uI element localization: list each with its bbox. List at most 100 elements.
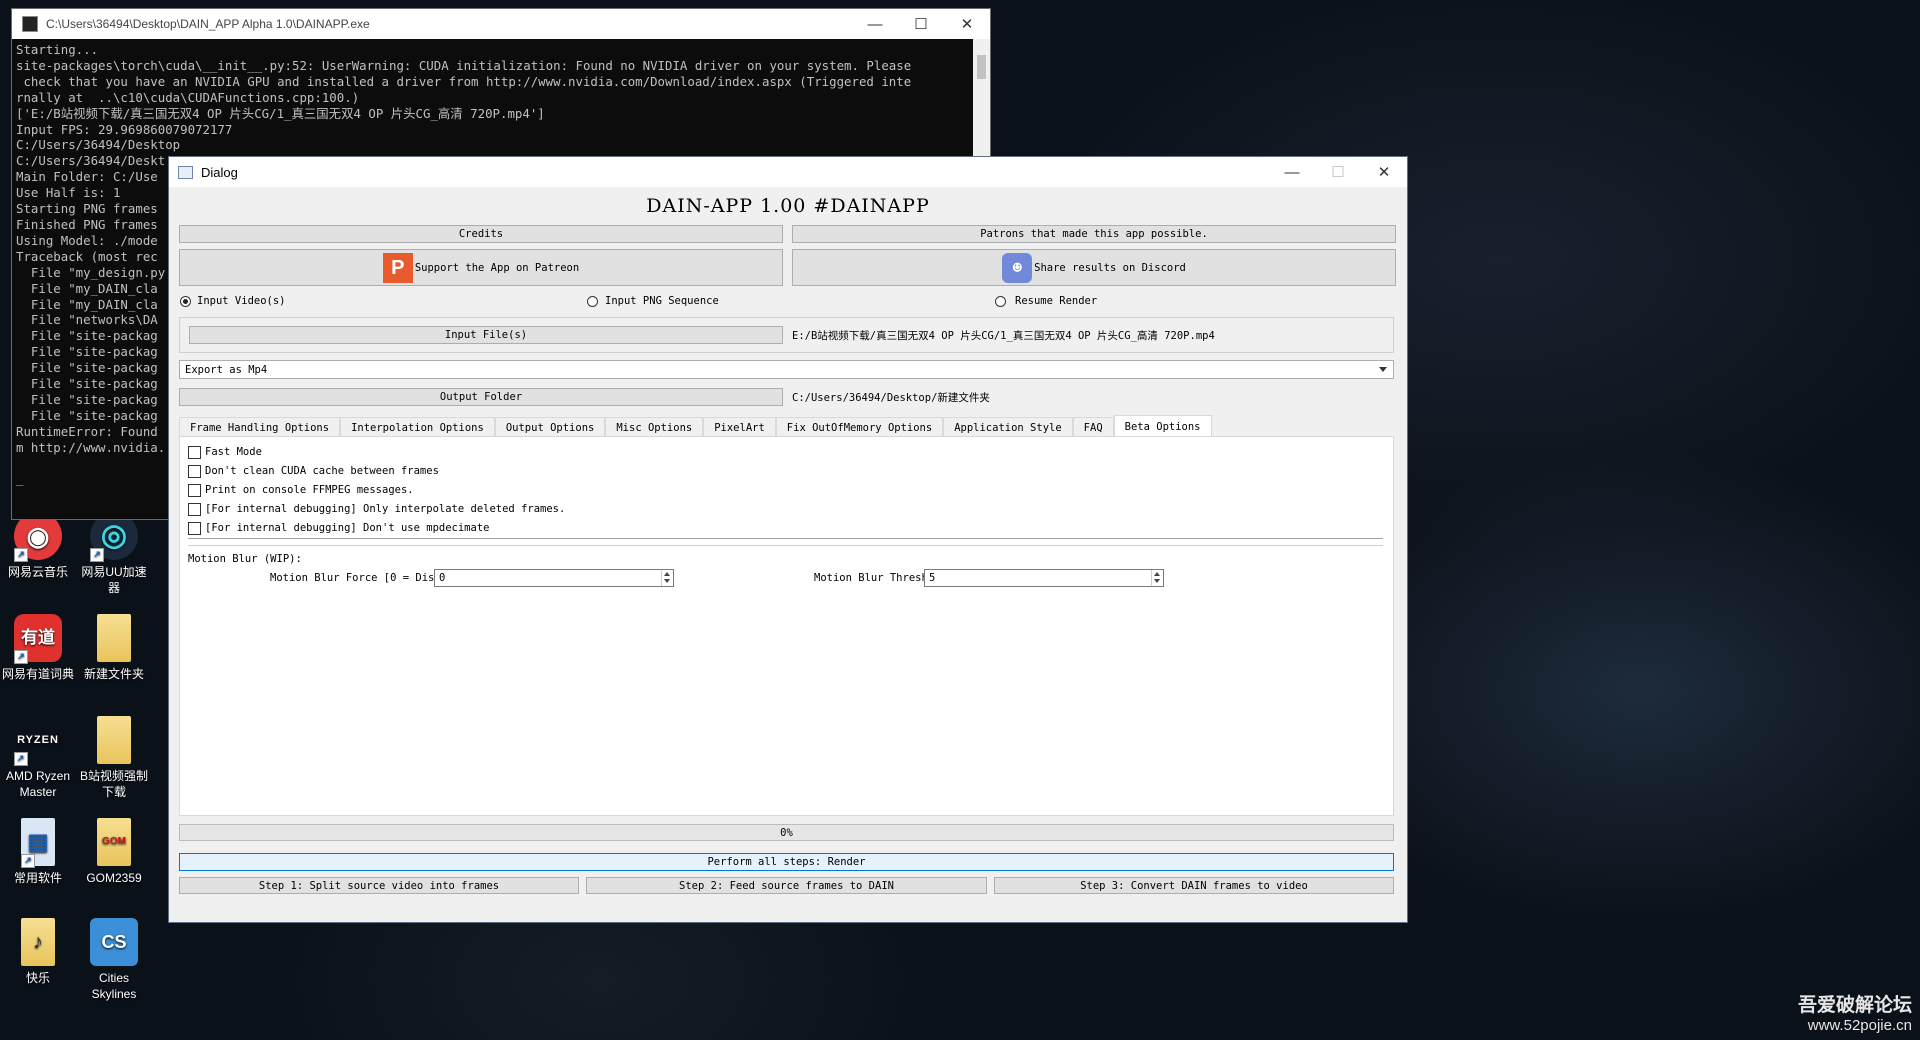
desktop-icon-label: 网易UU加速器 xyxy=(81,565,147,595)
motion-blur-force-value: 0 xyxy=(439,572,446,584)
desktop-icon-label: 网易云音乐 xyxy=(7,565,68,579)
step3-convert-button[interactable]: Step 3: Convert DAIN frames to video xyxy=(994,877,1394,894)
desktop-icon-label: 网易有道词典 xyxy=(1,667,74,681)
patreon-button[interactable]: P Support the App on Patreon xyxy=(179,249,783,286)
discord-label: Share results on Discord xyxy=(1034,261,1186,274)
desktop-icon-label: Cities Skylines xyxy=(91,971,137,1001)
tab-application-style[interactable]: Application Style xyxy=(943,417,1073,437)
export-format-select[interactable]: Export as Mp4 xyxy=(179,360,1394,379)
tab-pixelart[interactable]: PixelArt xyxy=(703,417,776,437)
discord-button[interactable]: ☻ Share results on Discord xyxy=(792,249,1396,286)
minimize-icon[interactable]: — xyxy=(852,16,898,33)
spin-down-icon[interactable] xyxy=(661,577,673,586)
patrons-button[interactable]: Patrons that made this app possible. xyxy=(792,225,1396,243)
options-tabbar: Frame Handling Options Interpolation Opt… xyxy=(179,415,1212,437)
beta-options-panel: Fast Mode Don't clean CUDA cache between… xyxy=(179,436,1394,816)
discord-icon: ☻ xyxy=(1002,252,1033,283)
watermark: 吾爱破解论坛 www.52pojie.cn xyxy=(1798,990,1912,1034)
perform-all-steps-button[interactable]: Perform all steps: Render xyxy=(179,853,1394,871)
shortcut-arrow-icon: ↗ xyxy=(14,548,28,562)
software-folder-icon: ▤ ↗ xyxy=(21,818,55,868)
gom-icon: GOM xyxy=(97,818,131,866)
desktop-icon-youdao-dict[interactable]: 有道 ↗ 网易有道词典 xyxy=(0,614,76,682)
youdao-dict-icon: 有道 ↗ xyxy=(14,614,62,664)
input-files-button[interactable]: Input File(s) xyxy=(189,326,783,344)
motion-blur-threshold-value: 5 xyxy=(929,572,936,584)
dain-dialog[interactable]: Dialog — ☐ ✕ DAIN-APP 1.00 #DAINAPP Cred… xyxy=(168,156,1408,923)
dialog-titlebar[interactable]: Dialog — ☐ ✕ xyxy=(169,157,1407,187)
progress-text: 0% xyxy=(780,826,793,839)
tab-frame-handling[interactable]: Frame Handling Options xyxy=(179,417,341,437)
separator xyxy=(188,545,1383,546)
console-titlebar[interactable]: C:\Users\36494\Desktop\DAIN_APP Alpha 1.… xyxy=(12,9,990,39)
interpolate-deleted-frames-checkbox[interactable] xyxy=(188,503,201,516)
watermark-line1: 吾爱破解论坛 xyxy=(1797,995,1912,1016)
no-mpdecimate-checkbox[interactable] xyxy=(188,522,201,535)
export-format-value: Export as Mp4 xyxy=(185,363,268,376)
watermark-line2: www.52pojie.cn xyxy=(1807,1017,1912,1034)
desktop-icon-label: 常用软件 xyxy=(13,871,62,885)
desktop-icon-uu-booster[interactable]: ◎ ↗ 网易UU加速器 xyxy=(76,512,152,596)
credits-button[interactable]: Credits xyxy=(179,225,783,243)
desktop-icon-bilibili-download[interactable]: B站视频强制下载 xyxy=(76,716,152,800)
tab-interpolation[interactable]: Interpolation Options xyxy=(340,417,495,437)
ffmpeg-messages-checkbox[interactable] xyxy=(188,484,201,497)
step2-feed-button[interactable]: Step 2: Feed source frames to DAIN xyxy=(586,877,987,894)
tab-fix-outofmemory[interactable]: Fix OutOfMemory Options xyxy=(775,417,944,437)
tab-output[interactable]: Output Options xyxy=(494,417,606,437)
folder-icon: ♪ xyxy=(21,918,55,966)
tab-beta-options[interactable]: Beta Options xyxy=(1113,415,1212,437)
chevron-down-icon xyxy=(1379,367,1387,372)
dialog-title: Dialog xyxy=(201,164,238,180)
desktop-icon-label: B站视频强制下载 xyxy=(79,769,148,799)
desktop-icon-new-folder[interactable]: 新建文件夹 xyxy=(76,614,152,682)
scrollbar-thumb[interactable] xyxy=(977,55,986,79)
minimize-icon[interactable]: — xyxy=(1269,164,1315,181)
desktop-icon-label: 新建文件夹 xyxy=(83,667,144,681)
desktop-icon-label: GOM2359 xyxy=(86,871,142,885)
fast-mode-checkbox[interactable] xyxy=(188,446,201,459)
cities-skylines-icon: CS xyxy=(90,918,138,966)
input-files-path: E:/B站视频下载/真三国无双4 OP 片头CG/1_真三国无双4 OP 片头C… xyxy=(792,330,1215,342)
step1-split-button[interactable]: Step 1: Split source video into frames xyxy=(179,877,579,894)
desktop-icon-common-software[interactable]: ▤ ↗ 常用软件 xyxy=(0,818,76,886)
console-title: C:\Users\36494\Desktop\DAIN_APP Alpha 1.… xyxy=(46,17,370,31)
desktop-icon-happy[interactable]: ♪ 快乐 xyxy=(0,918,76,986)
output-folder-path: C:/Users/36494/Desktop/新建文件夹 xyxy=(792,392,990,404)
shortcut-arrow-icon: ↗ xyxy=(14,650,28,664)
close-icon[interactable]: ✕ xyxy=(1361,163,1407,181)
desktop-icon-netease-music[interactable]: ◉ ↗ 网易云音乐 xyxy=(0,512,76,580)
desktop-icon-gom[interactable]: GOM GOM2359 xyxy=(76,818,152,886)
render-progress-bar: 0% xyxy=(179,824,1394,841)
input-video-radio[interactable] xyxy=(180,296,191,307)
fast-mode-label: Fast Mode xyxy=(205,446,262,458)
no-mpdecimate-label: [For internal debugging] Don't use mpdec… xyxy=(205,522,490,534)
desktop-icon-ryzen-master[interactable]: RYZEN ↗ AMD Ryzen Master xyxy=(0,716,76,800)
motion-blur-title: Motion Blur (WIP): xyxy=(188,553,302,565)
input-png-sequence-label: Input PNG Sequence xyxy=(605,295,719,307)
shortcut-arrow-icon: ↗ xyxy=(21,854,35,868)
output-folder-button[interactable]: Output Folder xyxy=(179,388,783,406)
patreon-icon: P xyxy=(382,252,413,283)
folder-icon xyxy=(97,614,131,662)
ffmpeg-messages-label: Print on console FFMPEG messages. xyxy=(205,484,414,496)
input-png-sequence-radio[interactable] xyxy=(587,296,598,307)
no-clean-cuda-cache-checkbox[interactable] xyxy=(188,465,201,478)
dialog-window-icon xyxy=(178,165,193,179)
maximize-icon[interactable]: ☐ xyxy=(1315,163,1361,181)
no-clean-cuda-cache-label: Don't clean CUDA cache between frames xyxy=(205,465,439,477)
tab-faq[interactable]: FAQ xyxy=(1072,417,1114,437)
spin-down-icon[interactable] xyxy=(1151,577,1163,586)
patreon-label: Support the App on Patreon xyxy=(414,261,580,274)
desktop-icon-label: AMD Ryzen Master xyxy=(5,769,70,799)
interpolate-deleted-frames-label: [For internal debugging] Only interpolat… xyxy=(205,503,566,515)
motion-blur-threshold-input[interactable]: 5 xyxy=(924,569,1164,587)
desktop-icon-cities-skylines[interactable]: CS Cities Skylines xyxy=(76,918,152,1002)
motion-blur-force-input[interactable]: 0 xyxy=(434,569,674,587)
tab-misc[interactable]: Misc Options xyxy=(605,417,704,437)
resume-render-radio[interactable] xyxy=(995,296,1006,307)
resume-render-label: Resume Render xyxy=(1015,295,1098,307)
close-icon[interactable]: ✕ xyxy=(944,15,990,33)
shortcut-arrow-icon: ↗ xyxy=(90,548,104,562)
maximize-icon[interactable]: ☐ xyxy=(898,15,944,33)
